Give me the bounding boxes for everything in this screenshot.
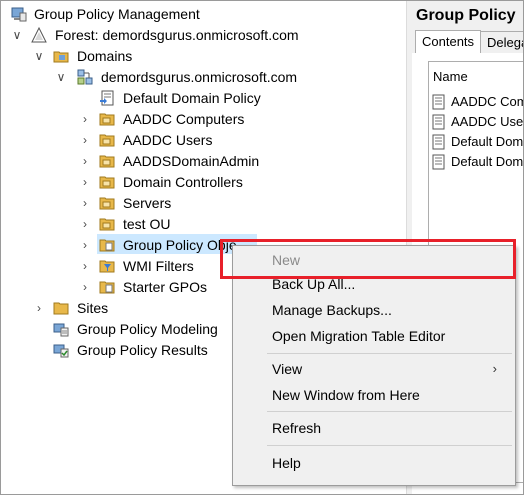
chevron-right-icon[interactable]: ›	[79, 130, 91, 150]
domain-icon	[77, 69, 93, 85]
menu-separator	[267, 353, 512, 354]
menu-separator	[267, 411, 512, 412]
gpo-icon	[432, 134, 445, 150]
chevron-right-icon[interactable]: ›	[79, 172, 91, 192]
gpo-link-icon	[100, 90, 114, 106]
chevron-right-icon[interactable]: ›	[79, 109, 91, 129]
tree-label: Domain Controllers	[123, 174, 243, 190]
tree-label-domain: demordsgurus.onmicrosoft.com	[101, 69, 298, 85]
highlight-callout	[220, 239, 516, 279]
chevron-down-icon[interactable]: ∨	[55, 67, 67, 87]
gpo-icon	[432, 154, 445, 170]
menu-item-help[interactable]: Help	[233, 451, 515, 475]
menu-item-label: New Window from Here	[272, 387, 420, 403]
list-item-label: Default Dom	[451, 134, 523, 149]
menu-item-open-migration-table-editor[interactable]: Open Migration Table Editor	[233, 324, 515, 348]
context-menu: New Back Up All... Manage Backups... Ope…	[232, 245, 516, 486]
menu-item-manage-backups[interactable]: Manage Backups...	[233, 298, 515, 322]
tree-label-gpm-root: Group Policy Management	[34, 6, 200, 22]
list-item-label: AADDC Com	[451, 94, 523, 109]
tree-label: Default Domain Policy	[123, 90, 261, 106]
tree-label-domains: Domains	[77, 48, 133, 64]
tree-label: AADDC Computers	[123, 111, 245, 127]
tree-label-gp-results: Group Policy Results	[77, 342, 208, 358]
chevron-right-icon[interactable]: ›	[79, 235, 91, 255]
chevron-right-icon[interactable]: ›	[79, 151, 91, 171]
gpo-icon	[432, 94, 445, 110]
details-title: Group Policy	[412, 1, 523, 31]
menu-item-label: Help	[272, 455, 301, 471]
menu-item-label: View	[272, 361, 303, 377]
ou-folder-icon	[99, 134, 115, 147]
tab-strip: Contents Delega	[412, 30, 523, 53]
tab-contents[interactable]: Contents	[415, 30, 482, 53]
mmc-window: Group Policy Management ∨ Forest: demord…	[0, 0, 524, 495]
tree-label: test OU	[123, 216, 171, 232]
wmi-folder-icon	[99, 260, 115, 273]
chevron-right-icon[interactable]: ›	[79, 256, 91, 276]
starter-gpo-folder-icon	[99, 281, 115, 294]
menu-item-refresh[interactable]: Refresh	[233, 416, 515, 440]
tab-delegation[interactable]: Delega	[480, 31, 523, 53]
ou-folder-icon	[99, 155, 115, 168]
chevron-down-icon[interactable]: ∨	[11, 25, 23, 45]
modeling-icon	[53, 323, 69, 337]
menu-item-label: Refresh	[272, 420, 322, 436]
chevron-right-icon[interactable]: ›	[79, 277, 91, 297]
ou-folder-icon	[99, 197, 115, 210]
ou-folder-icon	[99, 176, 115, 189]
menu-item-view[interactable]: View ›	[233, 357, 515, 381]
ou-folder-icon	[99, 218, 115, 231]
menu-item-new-window-from-here[interactable]: New Window from Here	[233, 383, 515, 407]
tree-label-sites: Sites	[77, 300, 109, 316]
chevron-right-icon[interactable]: ›	[33, 298, 45, 318]
domains-folder-icon	[53, 51, 69, 63]
list-item-label: AADDC Use	[451, 114, 523, 129]
tree-label: Servers	[123, 195, 172, 211]
results-icon	[53, 344, 69, 358]
tree-label: WMI Filters	[123, 258, 194, 274]
column-header-name[interactable]: Name	[433, 69, 468, 84]
tree-label-forest: Forest: demordsgurus.onmicrosoft.com	[55, 27, 299, 43]
menu-separator	[267, 445, 512, 446]
chevron-right-icon[interactable]: ›	[79, 214, 91, 234]
gpm-icon	[11, 7, 27, 22]
gpo-icon	[432, 114, 445, 130]
tree-label-gp-modeling: Group Policy Modeling	[77, 321, 218, 337]
menu-item-label: Manage Backups...	[272, 302, 392, 318]
chevron-down-icon[interactable]: ∨	[33, 46, 45, 66]
chevron-right-icon[interactable]: ›	[79, 193, 91, 213]
sites-folder-icon	[53, 302, 69, 315]
tree-label: AADDSDomainAdmin	[123, 153, 260, 169]
tree-label: Starter GPOs	[123, 279, 208, 295]
ou-folder-icon	[99, 113, 115, 126]
list-item-label: Default Dom	[451, 154, 523, 169]
menu-item-label: Open Migration Table Editor	[272, 328, 446, 344]
forest-icon	[31, 27, 47, 43]
submenu-arrow-icon: ›	[492, 361, 497, 376]
tree-label: AADDC Users	[123, 132, 213, 148]
gpo-folder-icon	[99, 239, 115, 252]
